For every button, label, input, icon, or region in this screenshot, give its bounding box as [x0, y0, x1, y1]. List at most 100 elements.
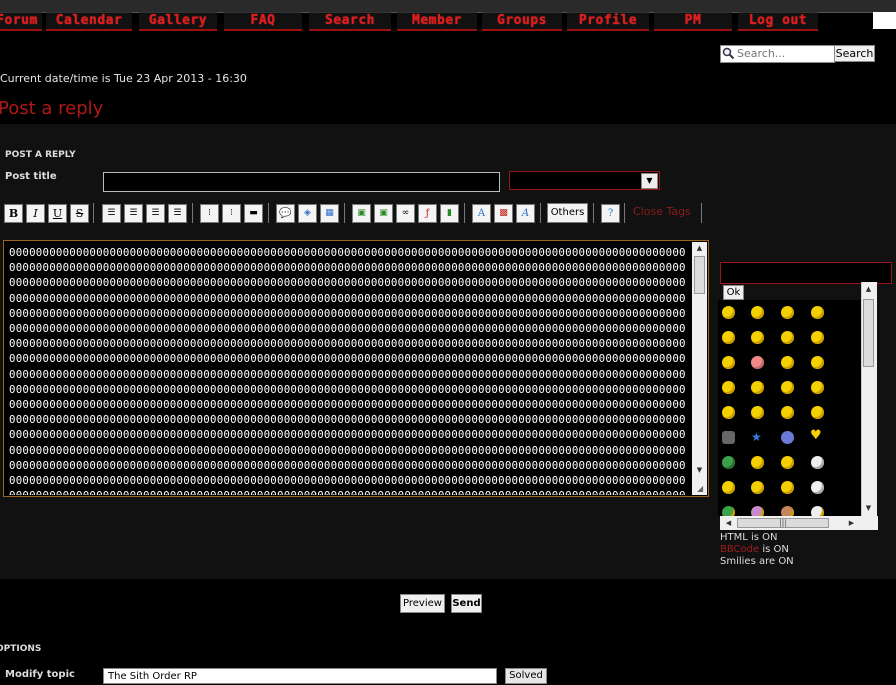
smiley-icon[interactable]	[751, 306, 764, 319]
post-title-input[interactable]	[103, 172, 500, 192]
smilies-ok-button[interactable]: Ok	[723, 285, 744, 300]
scroll-down-icon[interactable]: ▼	[693, 466, 706, 474]
smiley-icon[interactable]	[751, 481, 764, 494]
smiley-icon[interactable]	[722, 406, 735, 419]
smilies-category-select[interactable]	[720, 262, 892, 284]
numbered-list-icon[interactable]: ⁝	[222, 204, 241, 223]
smiley-icon[interactable]	[751, 506, 764, 516]
scroll-right-icon[interactable]: ▶	[845, 519, 858, 527]
align-right-button[interactable]: ☰	[146, 204, 165, 223]
smilies-hscroll-thumb[interactable]: |||	[737, 518, 829, 528]
smiley-icon[interactable]	[722, 431, 735, 444]
nav-item-calendar[interactable]: Calendar	[46, 12, 132, 31]
nav-item-faq[interactable]: FAQ	[224, 12, 302, 31]
nav-item-groups[interactable]: Groups	[482, 12, 562, 31]
smiley-icon[interactable]	[811, 506, 824, 516]
italic-button[interactable]: I	[26, 204, 45, 223]
nav-item-profile[interactable]: Profile	[567, 12, 649, 31]
code-icon[interactable]: ◈	[298, 204, 317, 223]
align-justify-button[interactable]: ☰	[168, 204, 187, 223]
smiley-icon[interactable]	[722, 481, 735, 494]
toolbar-separator	[93, 203, 94, 223]
smiley-icon[interactable]	[751, 381, 764, 394]
smiley-icon[interactable]	[811, 356, 824, 369]
smiley-icon[interactable]	[722, 331, 735, 344]
smiley-icon[interactable]	[781, 481, 794, 494]
smiley-icon[interactable]	[781, 431, 794, 444]
modify-topic-input[interactable]: The Sith Order RP	[103, 668, 497, 684]
color-picker-icon[interactable]: ▩	[494, 204, 513, 223]
smiley-icon[interactable]	[722, 306, 735, 319]
close-tags-link[interactable]: Close Tags	[633, 205, 691, 218]
horizontal-rule-icon[interactable]: ▬	[244, 204, 263, 223]
smiley-icon[interactable]	[751, 331, 764, 344]
smiley-icon[interactable]	[722, 356, 735, 369]
nav-item-member[interactable]: Member	[397, 12, 477, 31]
message-editor[interactable]: 0000000000000000000000000000000000000000…	[3, 240, 709, 497]
smiley-icon[interactable]	[722, 381, 735, 394]
underline-button[interactable]: U	[48, 204, 67, 223]
smiley-icon[interactable]	[811, 406, 824, 419]
chevron-down-icon[interactable]: ▼	[641, 173, 658, 189]
star-icon[interactable]: ★	[751, 430, 762, 444]
smiley-icon[interactable]	[751, 356, 764, 369]
flash-icon[interactable]: ƒ	[418, 204, 437, 223]
scroll-down-icon[interactable]: ▼	[862, 504, 875, 512]
font-size-icon[interactable]: A	[472, 204, 491, 223]
strikethrough-button[interactable]: S	[70, 204, 89, 223]
main-nav: Forum Calendar Gallery FAQ Search Member…	[0, 12, 880, 31]
smiley-icon[interactable]	[811, 306, 824, 319]
nav-item-logout[interactable]: Log out	[738, 12, 818, 31]
quote-icon[interactable]: 💬	[276, 204, 295, 223]
smiley-icon[interactable]	[781, 356, 794, 369]
smiley-icon[interactable]	[751, 456, 764, 469]
bbcode-link[interactable]: BBCode	[720, 544, 759, 555]
scroll-up-icon[interactable]: ▲	[862, 285, 875, 293]
search-input[interactable]	[737, 46, 831, 60]
resize-grip-icon[interactable]: ◢	[697, 484, 703, 493]
scroll-left-icon[interactable]: ◀	[722, 519, 735, 527]
bullet-list-icon[interactable]: ⁝	[200, 204, 219, 223]
smiley-icon[interactable]	[781, 381, 794, 394]
align-center-button[interactable]: ☰	[124, 204, 143, 223]
others-button[interactable]: Others	[547, 203, 588, 223]
bold-button[interactable]: B	[4, 204, 23, 223]
search-button[interactable]: Search	[834, 45, 875, 62]
table-icon[interactable]: ▦	[320, 204, 339, 223]
help-icon[interactable]: ?	[601, 204, 620, 223]
nav-item-pm[interactable]: PM	[654, 12, 732, 31]
html-status: HTML is ON	[720, 532, 778, 543]
smiley-icon[interactable]	[811, 381, 824, 394]
smiley-icon[interactable]	[781, 306, 794, 319]
send-button[interactable]: Send	[451, 594, 482, 613]
smiley-icon[interactable]	[722, 506, 735, 516]
link-icon[interactable]: ∞	[396, 204, 415, 223]
scroll-up-icon[interactable]: ▲	[693, 244, 706, 252]
message-text[interactable]: 0000000000000000000000000000000000000000…	[9, 245, 689, 495]
post-title-label: Post title	[5, 171, 57, 182]
align-left-button[interactable]: ☰	[102, 204, 121, 223]
smiley-icon[interactable]	[811, 481, 824, 494]
post-icon-select[interactable]	[509, 171, 660, 190]
solved-button[interactable]: Solved	[505, 668, 547, 684]
smiley-icon[interactable]	[781, 331, 794, 344]
video-icon[interactable]: ▮	[440, 204, 459, 223]
nav-item-search[interactable]: Search	[309, 12, 391, 31]
preview-button[interactable]: Preview	[400, 594, 445, 613]
font-face-icon[interactable]: A	[516, 204, 535, 223]
smiley-icon[interactable]	[781, 506, 794, 516]
smiley-icon[interactable]	[811, 456, 824, 469]
smiley-icon[interactable]	[751, 406, 764, 419]
smiley-icon[interactable]	[781, 406, 794, 419]
editor-scroll-thumb[interactable]	[694, 256, 705, 294]
nav-item-forum[interactable]: Forum	[0, 12, 42, 31]
smilies-scroll-thumb[interactable]	[863, 299, 874, 367]
nav-item-gallery[interactable]: Gallery	[139, 12, 217, 31]
smiley-icon[interactable]	[781, 456, 794, 469]
toolbar-separator	[192, 203, 193, 223]
smiley-icon[interactable]	[722, 456, 735, 469]
host-image-icon[interactable]: ▣	[374, 204, 393, 223]
smiley-icon[interactable]	[811, 331, 824, 344]
heart-smiley-icon[interactable]: ♥	[810, 428, 822, 443]
image-icon[interactable]: ▣	[352, 204, 371, 223]
